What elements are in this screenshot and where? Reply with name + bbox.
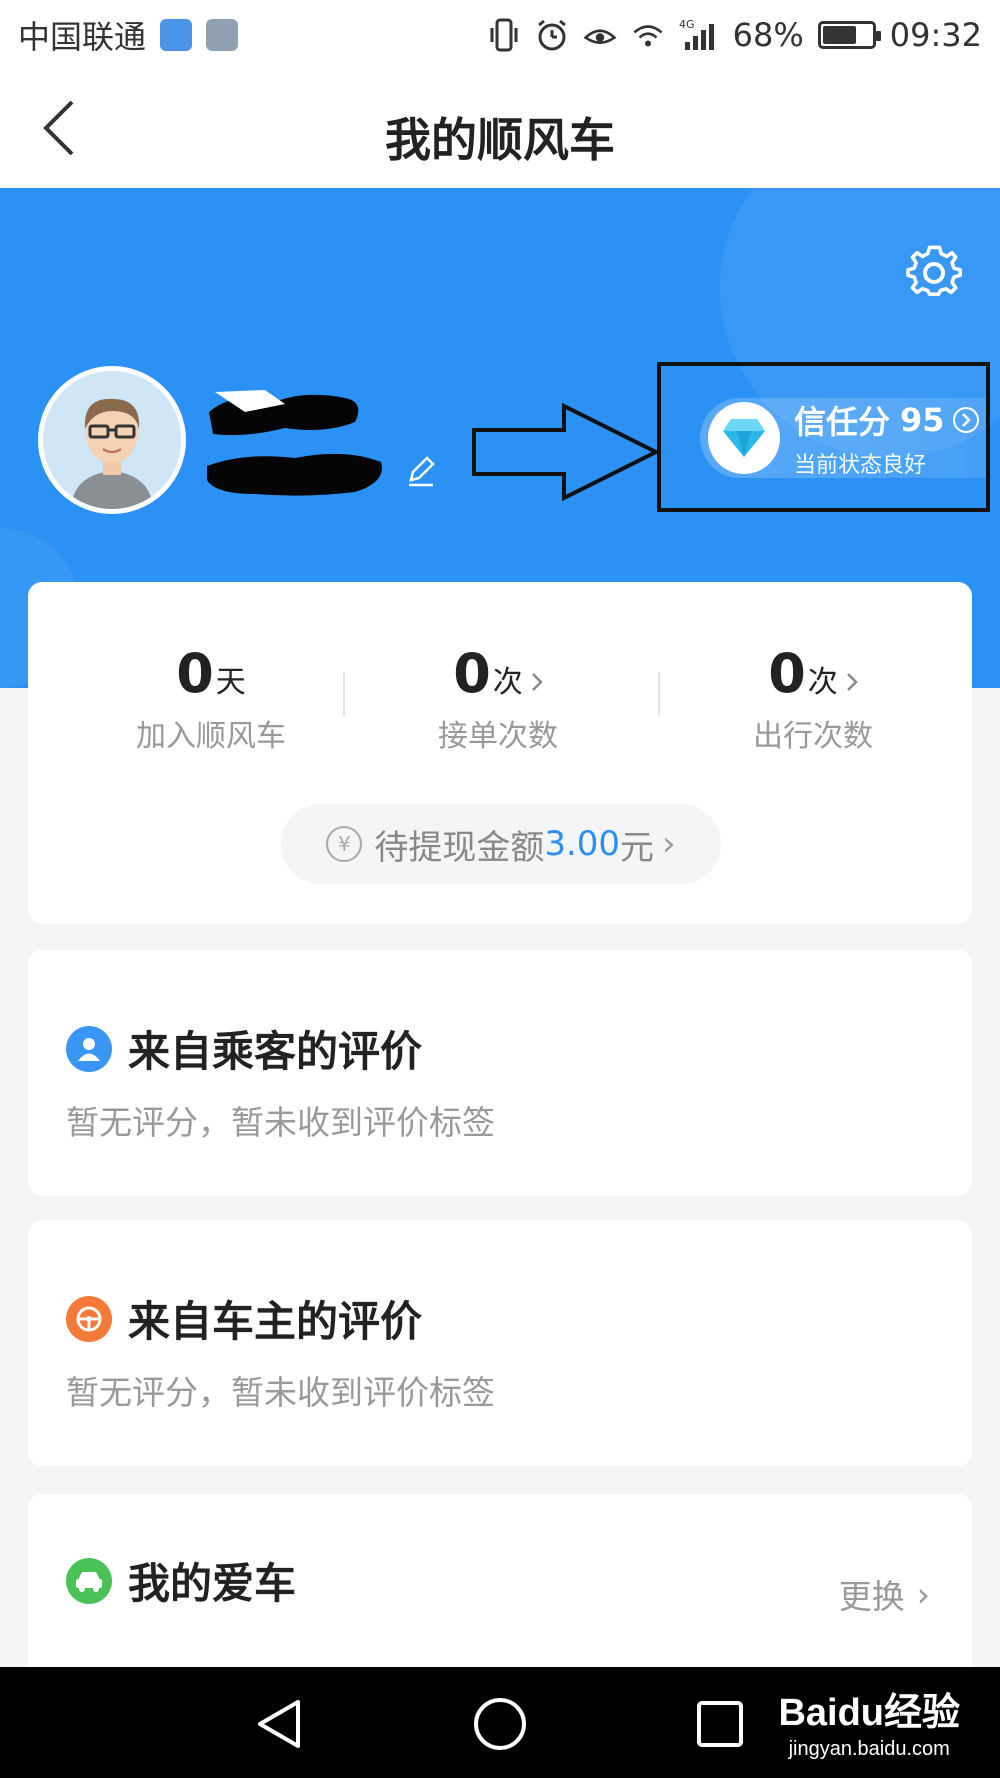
triangle-back-icon bbox=[258, 1700, 300, 1748]
battery-fill bbox=[822, 26, 856, 44]
watermark-logo: Baidu经验 bbox=[778, 1692, 960, 1734]
stat-unit: 次 bbox=[492, 665, 523, 700]
stat-orders-taken[interactable]: 0 次 接单次数 bbox=[368, 642, 628, 755]
stat-unit: 次 bbox=[807, 665, 838, 700]
stats-card: 0 天 加入顺风车 0 次 接单次数 0 次 出行次数 ¥ 待提现金额 3.00… bbox=[28, 582, 972, 924]
system-recents-button[interactable] bbox=[685, 1689, 755, 1759]
gear-icon bbox=[906, 245, 963, 297]
health-app-icon bbox=[160, 19, 193, 51]
divider bbox=[658, 672, 660, 716]
avatar-illustration bbox=[43, 371, 181, 509]
eye-care-icon bbox=[583, 18, 617, 52]
car-icon bbox=[66, 1557, 112, 1604]
steering-wheel-icon bbox=[66, 1295, 112, 1342]
card-title: 来自乘客的评价 bbox=[128, 1027, 423, 1076]
chevron-right-icon bbox=[531, 666, 543, 699]
stat-value: 0 bbox=[176, 642, 214, 705]
circle-home-icon bbox=[474, 1698, 526, 1750]
card-description: 暂无评分，暂未收到评价标签 bbox=[66, 1103, 495, 1142]
annotation-arrow bbox=[470, 402, 661, 502]
battery-icon bbox=[817, 21, 881, 49]
watermark-url: jingyan.baidu.com bbox=[788, 1738, 950, 1760]
system-home-button[interactable] bbox=[465, 1689, 535, 1759]
stat-label: 接单次数 bbox=[438, 719, 558, 754]
stat-value: 0 bbox=[768, 642, 806, 705]
chevron-right-icon bbox=[846, 666, 858, 699]
pencil-icon bbox=[409, 456, 435, 487]
vibrate-icon bbox=[487, 18, 521, 52]
withdraw-label: 待提现金额 bbox=[374, 827, 545, 868]
carrier-name: 中国联通 bbox=[18, 18, 147, 56]
system-navigation-bar: Baidu经验 jingyan.baidu.com bbox=[0, 1667, 1000, 1778]
settings-button[interactable] bbox=[905, 244, 963, 302]
card-title: 我的爱车 bbox=[128, 1559, 297, 1608]
gallery-app-icon bbox=[206, 19, 239, 51]
system-back-button[interactable] bbox=[245, 1689, 315, 1759]
page-title: 我的顺风车 bbox=[385, 113, 615, 167]
status-bar: 中国联通 4G 68% 09:32 bbox=[0, 0, 1000, 70]
withdraw-unit: 元 bbox=[620, 827, 655, 868]
signal-icon: 4G bbox=[679, 18, 719, 52]
card-description: 暂无评分，暂未收到评价标签 bbox=[66, 1373, 495, 1412]
edit-name-button[interactable] bbox=[405, 456, 437, 488]
nav-bar: 我的顺风车 bbox=[0, 70, 1000, 188]
chevron-right-icon: › bbox=[662, 824, 676, 864]
withdraw-amount: 3.00 bbox=[544, 824, 621, 864]
stat-unit: 天 bbox=[215, 665, 246, 700]
annotation-highlight-box bbox=[657, 362, 990, 512]
battery-percent: 68% bbox=[732, 16, 804, 54]
square-recents-icon bbox=[697, 1701, 743, 1747]
wifi-icon bbox=[631, 18, 665, 52]
stat-value: 0 bbox=[453, 642, 491, 705]
change-car-button[interactable]: 更换 › bbox=[839, 1570, 930, 1618]
yen-icon: ¥ bbox=[326, 826, 363, 862]
username-redacted bbox=[205, 382, 395, 500]
passenger-reviews-card[interactable]: 来自乘客的评价 暂无评分，暂未收到评价标签 bbox=[28, 950, 972, 1196]
withdraw-balance-button[interactable]: ¥ 待提现金额 3.00 元 › bbox=[281, 804, 721, 884]
card-title: 来自车主的评价 bbox=[128, 1297, 423, 1346]
divider bbox=[343, 672, 345, 716]
stat-label: 出行次数 bbox=[753, 719, 873, 754]
change-car-label: 更换 bbox=[838, 1577, 905, 1616]
avatar[interactable] bbox=[38, 366, 186, 514]
chevron-right-icon: › bbox=[916, 1574, 930, 1614]
driver-reviews-card[interactable]: 来自车主的评价 暂无评分，暂未收到评价标签 bbox=[28, 1220, 972, 1466]
alarm-icon bbox=[535, 18, 569, 52]
stat-label: 加入顺风车 bbox=[136, 719, 286, 754]
stat-join-days: 0 天 加入顺风车 bbox=[81, 642, 341, 755]
user-icon bbox=[66, 1025, 112, 1072]
network-type-label: 4G bbox=[679, 18, 695, 31]
clock: 09:32 bbox=[889, 16, 982, 54]
baidu-jingyan-watermark: Baidu经验 jingyan.baidu.com bbox=[778, 1681, 960, 1761]
stat-trips[interactable]: 0 次 出行次数 bbox=[683, 642, 943, 755]
